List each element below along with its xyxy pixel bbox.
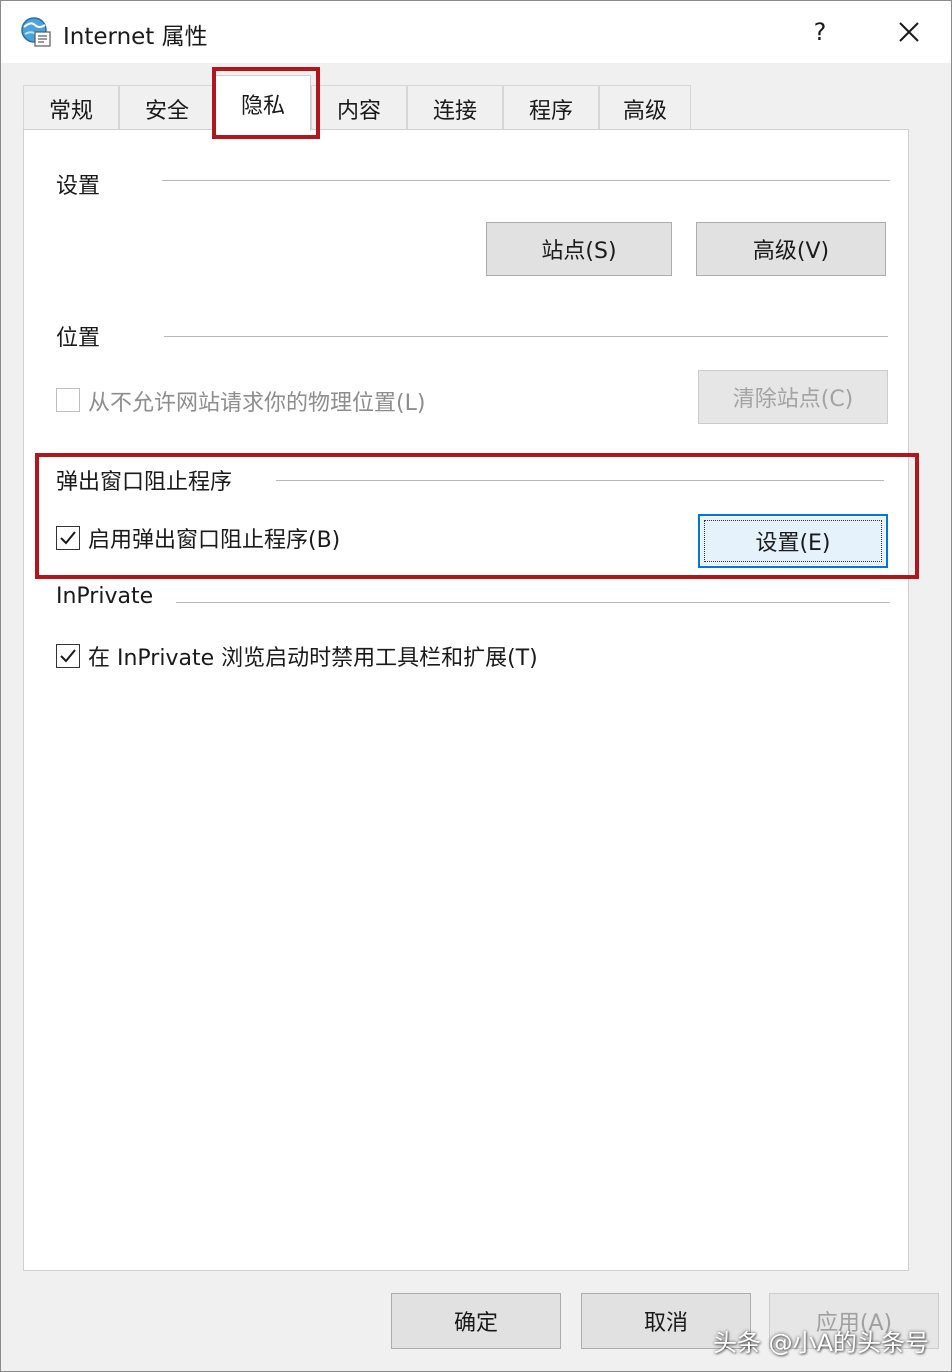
tab-content[interactable]: 内容 — [311, 85, 407, 131]
privacy-tab-panel: 设置 站点(S) 高级(V) 位置 从不允许网站请求你的物理位置(L) 清除站点… — [23, 129, 909, 1271]
location-separator — [164, 336, 888, 337]
settings-separator — [162, 180, 890, 181]
tab-connections[interactable]: 连接 — [407, 85, 503, 131]
ok-button[interactable]: 确定 — [391, 1293, 561, 1349]
privacy-tab-highlight-box — [212, 67, 320, 139]
disable-toolbars-inprivate-checkbox[interactable] — [56, 644, 80, 668]
settings-section-title: 设置 — [56, 168, 101, 200]
help-button[interactable]: ? — [793, 5, 847, 59]
window-title: Internet 属性 — [63, 24, 208, 50]
tab-security[interactable]: 安全 — [119, 85, 215, 131]
never-allow-location-label: 从不允许网站请求你的物理位置(L) — [88, 391, 426, 416]
close-button[interactable] — [881, 5, 937, 59]
tab-general[interactable]: 常规 — [23, 85, 119, 131]
close-icon — [899, 22, 919, 42]
internet-properties-dialog: Internet 属性 ? 常规 安全 隐私 内容 连接 程序 高级 设置 站点… — [0, 0, 952, 1372]
internet-options-icon — [21, 17, 51, 47]
watermark: 头条 @小A的头条号 — [713, 1329, 930, 1357]
never-allow-location-checkbox[interactable] — [56, 388, 80, 412]
sites-button[interactable]: 站点(S) — [486, 222, 672, 276]
title-bar[interactable]: Internet 属性 ? — [1, 1, 951, 63]
sites-button-label: 站点(S) — [541, 239, 617, 264]
popup-blocker-highlight-box — [35, 453, 919, 579]
advanced-settings-button-label: 高级(V) — [752, 239, 830, 264]
checkmark-icon — [60, 649, 76, 663]
clear-sites-button[interactable]: 清除站点(C) — [698, 370, 888, 424]
location-section-title: 位置 — [56, 320, 101, 352]
inprivate-separator — [176, 602, 890, 603]
disable-toolbars-inprivate-label: 在 InPrivate 浏览启动时禁用工具栏和扩展(T) — [88, 646, 538, 671]
tab-advanced[interactable]: 高级 — [599, 85, 691, 131]
advanced-settings-button[interactable]: 高级(V) — [696, 222, 886, 276]
cancel-button-label: 取消 — [643, 1311, 688, 1336]
inprivate-section-title: InPrivate — [56, 584, 154, 609]
clear-sites-button-label: 清除站点(C) — [732, 387, 854, 412]
ok-button-label: 确定 — [453, 1311, 498, 1336]
tab-programs[interactable]: 程序 — [503, 85, 599, 131]
